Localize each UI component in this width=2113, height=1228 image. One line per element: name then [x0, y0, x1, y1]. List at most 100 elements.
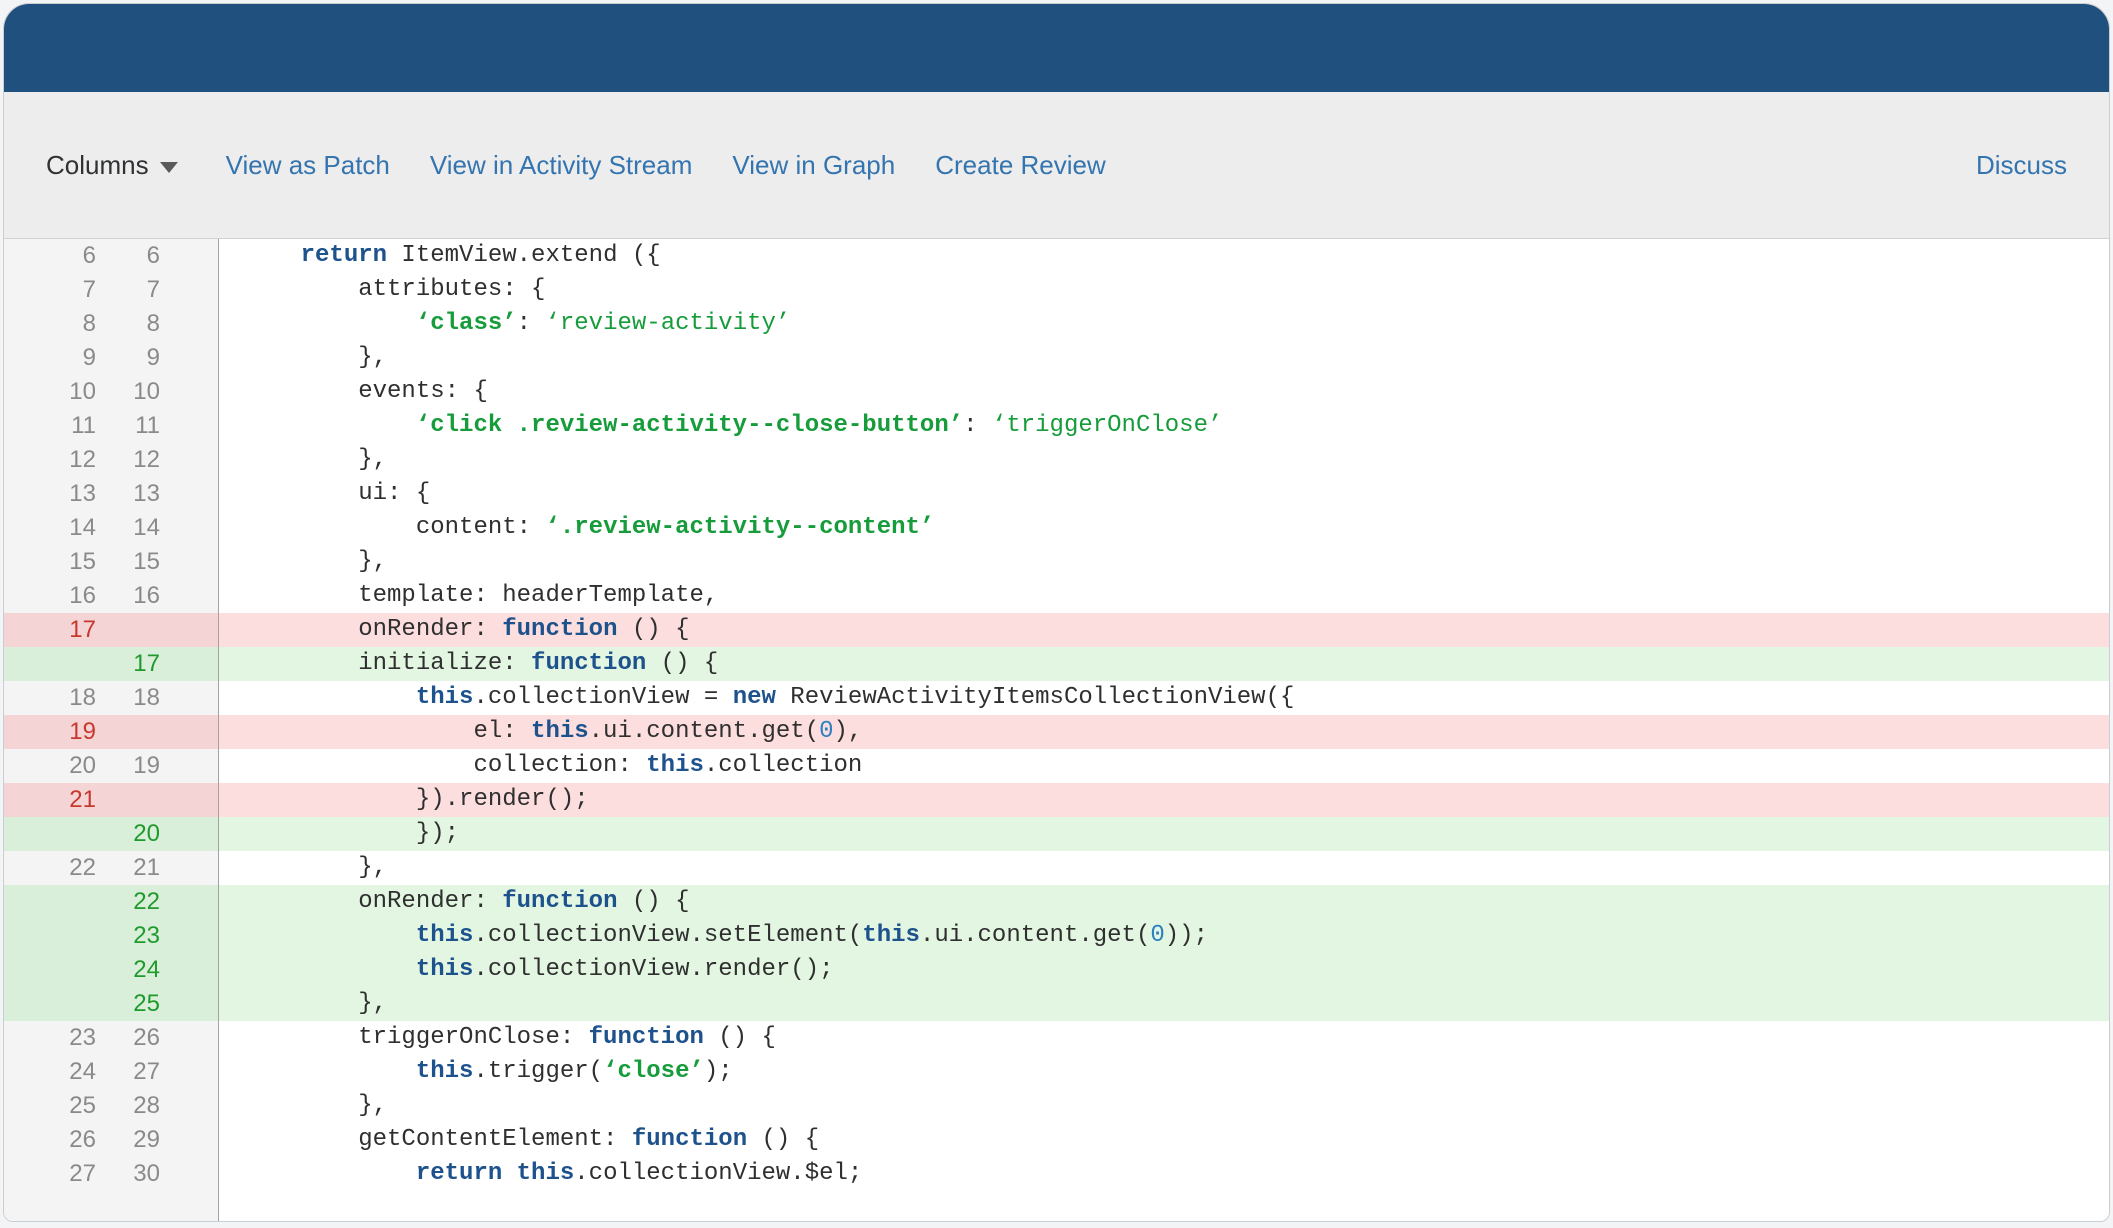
- line-number-old[interactable]: [4, 647, 96, 681]
- columns-dropdown[interactable]: Columns: [46, 150, 178, 181]
- line-number-gutter: 19: [4, 715, 219, 749]
- diff-row: 88 ‘class’: ‘review-activity’: [4, 307, 2109, 341]
- create-review-link[interactable]: Create Review: [935, 150, 1106, 181]
- line-number-old[interactable]: [4, 885, 96, 919]
- view-in-activity-stream-link[interactable]: View in Activity Stream: [430, 150, 693, 181]
- line-number-new[interactable]: 11: [96, 409, 160, 443]
- line-number-new[interactable]: 30: [96, 1157, 160, 1191]
- line-number-old[interactable]: 9: [4, 341, 96, 375]
- line-number-old[interactable]: [4, 953, 96, 987]
- line-number-new[interactable]: 8: [96, 307, 160, 341]
- line-number-gutter: 77: [4, 273, 219, 307]
- line-number-new[interactable]: 24: [96, 953, 160, 987]
- line-number-new[interactable]: [96, 613, 160, 647]
- line-number-new[interactable]: 29: [96, 1123, 160, 1157]
- line-number-old[interactable]: 20: [4, 749, 96, 783]
- diff-row: 17 initialize: function () {: [4, 647, 2109, 681]
- line-number-new[interactable]: [96, 715, 160, 749]
- line-number-old[interactable]: 27: [4, 1157, 96, 1191]
- line-number-old[interactable]: 15: [4, 545, 96, 579]
- discuss-link[interactable]: Discuss: [1976, 150, 2067, 181]
- code-line: return this.collectionView.$el;: [415, 1160, 863, 1187]
- line-number-old[interactable]: 17: [4, 613, 96, 647]
- line-number-new[interactable]: 7: [96, 273, 160, 307]
- line-number-gutter: 12 12: [4, 443, 219, 477]
- line-number-gutter: 99: [4, 341, 219, 375]
- line-number-new[interactable]: 16: [96, 579, 160, 613]
- line-number-old[interactable]: 24: [4, 1055, 96, 1089]
- line-number-gutter: [4, 1191, 219, 1221]
- line-number-old[interactable]: 7: [4, 273, 96, 307]
- code-line: },: [358, 1092, 388, 1119]
- code-line: },: [358, 344, 388, 371]
- line-number-gutter: 26 29: [4, 1123, 219, 1157]
- line-number-new[interactable]: 21: [96, 851, 160, 885]
- code-line: onRender: function () {: [219, 885, 2109, 919]
- line-number-old[interactable]: 18: [4, 681, 96, 715]
- line-number-gutter: 24: [4, 953, 219, 987]
- line-number-new[interactable]: 19: [96, 749, 160, 783]
- diff-row-filler: [4, 1191, 2109, 1221]
- line-number-gutter: 15 15: [4, 545, 219, 579]
- line-number-gutter: 27 30: [4, 1157, 219, 1191]
- line-number-new[interactable]: 27: [96, 1055, 160, 1089]
- line-number-old[interactable]: 14: [4, 511, 96, 545]
- code-line: ‘click .review-activity--close-button’: …: [415, 412, 1223, 439]
- line-number-new[interactable]: 17: [96, 647, 160, 681]
- view-as-patch-link[interactable]: View as Patch: [226, 150, 390, 181]
- line-number-old[interactable]: 10: [4, 375, 96, 409]
- columns-dropdown-label: Columns: [46, 149, 149, 180]
- code-line: collection: this.collection: [473, 752, 863, 779]
- diff-row: 14 14 content: ‘.review-activity--content…: [4, 511, 2109, 545]
- code-line: content: ‘.review-activity--content’: [415, 514, 935, 541]
- line-number-new[interactable]: 28: [96, 1089, 160, 1123]
- line-number-old[interactable]: [4, 919, 96, 953]
- line-number-new[interactable]: 9: [96, 341, 160, 375]
- line-number-gutter: 18 18: [4, 681, 219, 715]
- line-number-old[interactable]: 11: [4, 409, 96, 443]
- diff-row: 77 attributes: {: [4, 273, 2109, 307]
- line-number-new[interactable]: [96, 783, 160, 817]
- line-number-old[interactable]: 16: [4, 579, 96, 613]
- diff-row: 19 el: this.ui.content.get(0),: [4, 715, 2109, 749]
- line-number-new[interactable]: 15: [96, 545, 160, 579]
- line-number-new[interactable]: 25: [96, 987, 160, 1021]
- line-number-gutter: 20 19: [4, 749, 219, 783]
- line-number-gutter: 21: [4, 783, 219, 817]
- diff-row: 99 },: [4, 341, 2109, 375]
- diff-row: 22 onRender: function () {: [4, 885, 2109, 919]
- line-number-new[interactable]: 23: [96, 919, 160, 953]
- line-number-old[interactable]: [4, 987, 96, 1021]
- line-number-old[interactable]: 21: [4, 783, 96, 817]
- line-number-gutter: 23: [4, 919, 219, 953]
- line-number-gutter: 16 16: [4, 579, 219, 613]
- diff-row: 23 26 triggerOnClose: function () {: [4, 1021, 2109, 1055]
- line-number-new[interactable]: 20: [96, 817, 160, 851]
- diff-row: 66 return ItemView.extend ({: [4, 239, 2109, 273]
- line-number-old[interactable]: 26: [4, 1123, 96, 1157]
- line-number-new[interactable]: 6: [96, 239, 160, 273]
- line-number-new[interactable]: 10: [96, 375, 160, 409]
- line-number-old[interactable]: 12: [4, 443, 96, 477]
- line-number-old[interactable]: 19: [4, 715, 96, 749]
- line-number-old[interactable]: 25: [4, 1089, 96, 1123]
- line-number-old[interactable]: 22: [4, 851, 96, 885]
- line-number-old[interactable]: 13: [4, 477, 96, 511]
- line-number-new[interactable]: 13: [96, 477, 160, 511]
- diff-row: 26 29 getContentElement: function () {: [4, 1123, 2109, 1157]
- line-number-old[interactable]: [4, 817, 96, 851]
- line-number-gutter: 13 13: [4, 477, 219, 511]
- line-number-new[interactable]: 12: [96, 443, 160, 477]
- code-line: template: headerTemplate,: [358, 582, 719, 609]
- line-number-new[interactable]: 14: [96, 511, 160, 545]
- line-number-old[interactable]: 23: [4, 1021, 96, 1055]
- line-number-old[interactable]: 6: [4, 239, 96, 273]
- code-line: });: [219, 817, 2109, 851]
- line-number-new[interactable]: 22: [96, 885, 160, 919]
- line-number-new[interactable]: 18: [96, 681, 160, 715]
- line-number-new[interactable]: 26: [96, 1021, 160, 1055]
- code-line: this.collectionView.setElement(this.ui.c…: [219, 919, 2109, 953]
- line-number-old[interactable]: 8: [4, 307, 96, 341]
- code-line: }).render();: [219, 783, 2109, 817]
- view-in-graph-link[interactable]: View in Graph: [732, 150, 895, 181]
